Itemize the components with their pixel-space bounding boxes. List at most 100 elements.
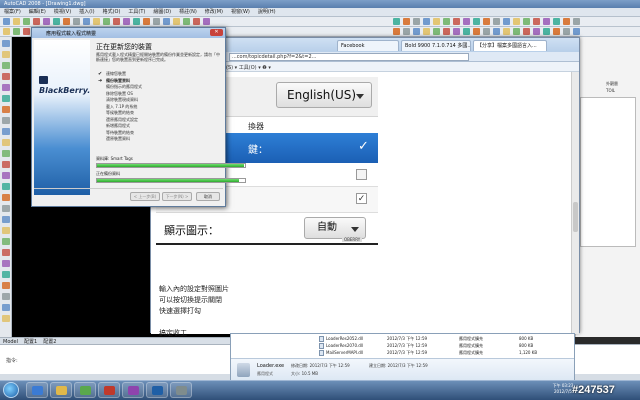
draw-tool-button[interactable] bbox=[2, 304, 10, 311]
toolbar-button[interactable] bbox=[543, 28, 550, 35]
scrollbar-thumb[interactable] bbox=[573, 202, 578, 232]
next-button[interactable]: 下一步(N) > bbox=[162, 192, 192, 201]
toolbar-button[interactable] bbox=[423, 28, 430, 35]
toolbar-button[interactable] bbox=[483, 28, 490, 35]
toolbar-button[interactable] bbox=[393, 18, 400, 25]
toolbar-button[interactable] bbox=[133, 18, 140, 25]
toolbar-button[interactable] bbox=[423, 18, 430, 25]
file-row[interactable]: MailServerMAPI.dll 2012/7/3 下午 12:59 應用程… bbox=[319, 349, 537, 357]
toolbar-button[interactable] bbox=[573, 28, 580, 35]
toolbar-button[interactable] bbox=[433, 18, 440, 25]
toolbar-button[interactable] bbox=[73, 18, 80, 25]
menu-item[interactable]: 標註(N) bbox=[175, 8, 201, 17]
toolbar-button[interactable] bbox=[33, 18, 40, 25]
draw-tool-button[interactable] bbox=[2, 293, 10, 300]
toolbar-button[interactable] bbox=[553, 18, 560, 25]
draw-tool-button[interactable] bbox=[2, 183, 10, 190]
toolbar-button[interactable] bbox=[523, 28, 530, 35]
toolbar-button[interactable] bbox=[393, 28, 400, 35]
toolbar-button[interactable] bbox=[463, 18, 470, 25]
dialog-titlebar[interactable]: 應用程式載入程式精靈 ✕ bbox=[32, 28, 225, 38]
toolbar-button[interactable] bbox=[493, 28, 500, 35]
display-select[interactable]: 自動 bbox=[304, 217, 366, 239]
toolbar-button[interactable] bbox=[23, 18, 30, 25]
toolbar-button[interactable] bbox=[543, 18, 550, 25]
draw-tool-button[interactable] bbox=[2, 172, 10, 179]
menu-item[interactable]: 檢視(V) bbox=[50, 8, 75, 17]
draw-tool-button[interactable] bbox=[2, 271, 10, 278]
toolbar-button[interactable] bbox=[473, 18, 480, 25]
taskbar-item[interactable] bbox=[170, 382, 192, 398]
toolbar-button[interactable] bbox=[83, 18, 90, 25]
menu-item[interactable]: 工具(T) bbox=[124, 8, 149, 17]
toolbar-button[interactable] bbox=[453, 18, 460, 25]
toolbar-button[interactable] bbox=[433, 28, 440, 35]
menu-item[interactable]: 修改(M) bbox=[201, 8, 227, 17]
toolbar-button[interactable] bbox=[13, 18, 20, 25]
toolbar-button[interactable] bbox=[453, 28, 460, 35]
toolbar-button[interactable] bbox=[113, 18, 120, 25]
cancel-button[interactable]: 取消 bbox=[196, 192, 220, 201]
draw-tool-button[interactable] bbox=[2, 62, 10, 69]
menu-item[interactable]: 繪圖(D) bbox=[149, 8, 175, 17]
menu-item[interactable]: 插入(I) bbox=[75, 8, 98, 17]
menu-item[interactable]: 格式(O) bbox=[99, 8, 125, 17]
draw-tool-button[interactable] bbox=[2, 161, 10, 168]
toolbar-button[interactable] bbox=[3, 18, 10, 25]
toolbar-button[interactable] bbox=[203, 18, 210, 25]
toolbar-button[interactable] bbox=[443, 28, 450, 35]
draw-tool-button[interactable] bbox=[2, 238, 10, 245]
toolbar-button[interactable] bbox=[193, 18, 200, 25]
toolbar-button[interactable] bbox=[443, 18, 450, 25]
draw-tool-button[interactable] bbox=[2, 205, 10, 212]
toolbar-button[interactable] bbox=[163, 18, 170, 25]
toolbar-button[interactable] bbox=[43, 18, 50, 25]
menu-item[interactable]: 說明(H) bbox=[254, 8, 280, 17]
toolbar-button[interactable] bbox=[93, 18, 100, 25]
toolbar-button[interactable] bbox=[143, 18, 150, 25]
language-select[interactable]: English(US) bbox=[276, 82, 372, 108]
draw-tool-button[interactable] bbox=[2, 139, 10, 146]
toolbar-button[interactable] bbox=[403, 28, 410, 35]
start-button[interactable] bbox=[3, 382, 19, 398]
toolbar-button[interactable] bbox=[563, 18, 570, 25]
properties-list[interactable] bbox=[580, 97, 636, 247]
toolbar-button[interactable] bbox=[503, 18, 510, 25]
toolbar-button[interactable] bbox=[23, 28, 30, 35]
browser-tab-active[interactable]: 【分享】檔案多國語言入... bbox=[473, 40, 547, 51]
taskbar-item[interactable] bbox=[26, 382, 48, 398]
page-scrollbar[interactable] bbox=[571, 72, 579, 334]
toolbar-button[interactable] bbox=[13, 28, 20, 35]
draw-tool-button[interactable] bbox=[2, 315, 10, 322]
toolbar-button[interactable] bbox=[513, 28, 520, 35]
back-button[interactable]: < 上一步(B) bbox=[130, 192, 160, 201]
toolbar-button[interactable] bbox=[533, 18, 540, 25]
toolbar-button[interactable] bbox=[523, 18, 530, 25]
browser-tab[interactable]: Bold 9900 7.1.0.714 多國... bbox=[401, 40, 471, 51]
toolbar-button[interactable] bbox=[503, 28, 510, 35]
toolbar-button[interactable] bbox=[103, 18, 110, 25]
toolbar-button[interactable] bbox=[123, 18, 130, 25]
toolbar-button[interactable] bbox=[403, 18, 410, 25]
toolbar-button[interactable] bbox=[3, 28, 10, 35]
toolbar-button[interactable] bbox=[553, 28, 560, 35]
draw-tool-button[interactable] bbox=[2, 128, 10, 135]
toolbar-button[interactable] bbox=[563, 28, 570, 35]
draw-tool-button[interactable] bbox=[2, 40, 10, 47]
taskbar-item[interactable] bbox=[122, 382, 144, 398]
toolbar-button[interactable] bbox=[533, 28, 540, 35]
toolbar-button[interactable] bbox=[63, 18, 70, 25]
toolbar-button[interactable] bbox=[173, 18, 180, 25]
draw-tool-button[interactable] bbox=[2, 249, 10, 256]
address-bar[interactable]: ...com/topicdetail.php?f=2&t=2... bbox=[229, 53, 469, 61]
browser-tab[interactable]: Facebook bbox=[337, 40, 399, 51]
toolbar-button[interactable] bbox=[413, 28, 420, 35]
draw-tool-button[interactable] bbox=[2, 216, 10, 223]
menu-item[interactable]: 視窗(W) bbox=[227, 8, 254, 17]
taskbar-item[interactable] bbox=[50, 382, 72, 398]
checkbox-checked[interactable]: ✓ bbox=[356, 193, 367, 204]
toolbar-button[interactable] bbox=[413, 18, 420, 25]
draw-tool-button[interactable] bbox=[2, 84, 10, 91]
toolbar-button[interactable] bbox=[483, 18, 490, 25]
close-button[interactable]: ✕ bbox=[210, 29, 223, 36]
